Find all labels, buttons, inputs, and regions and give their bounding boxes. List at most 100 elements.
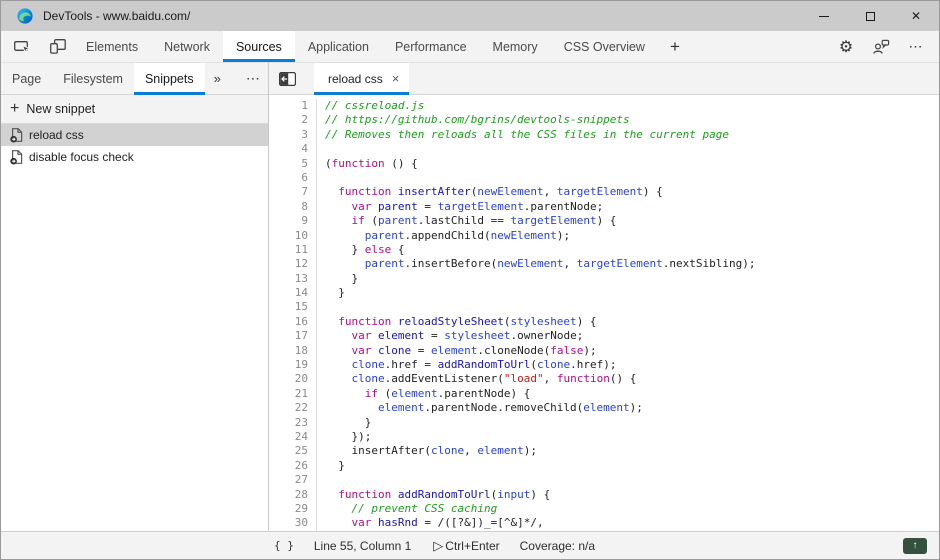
arrow-up-icon: ↑ bbox=[913, 541, 918, 551]
tab-network[interactable]: Network bbox=[151, 31, 223, 62]
code-token: addRandomToUrl bbox=[398, 488, 491, 501]
line-number[interactable]: 1 bbox=[269, 99, 308, 113]
code-line: (function () { bbox=[325, 157, 939, 171]
snippet-item-disable-focus-check[interactable]: disable focus check bbox=[1, 146, 268, 168]
tab-memory[interactable]: Memory bbox=[480, 31, 551, 62]
code-token bbox=[325, 401, 378, 414]
code-token: } bbox=[325, 416, 371, 429]
titlebar: DevTools - www.baidu.com/ ✕ bbox=[1, 1, 939, 31]
line-number[interactable]: 2 bbox=[269, 113, 308, 127]
line-number[interactable]: 28 bbox=[269, 488, 308, 502]
code-token: element bbox=[583, 401, 629, 414]
line-number[interactable]: 6 bbox=[269, 171, 308, 185]
code-line: if (parent.lastChild == targetElement) { bbox=[325, 214, 939, 228]
code-token: .nextSibling); bbox=[663, 257, 756, 270]
minimize-button[interactable] bbox=[801, 1, 847, 31]
code-line: }); bbox=[325, 430, 939, 444]
close-button[interactable]: ✕ bbox=[893, 1, 939, 31]
toggle-navigator-icon[interactable] bbox=[269, 63, 306, 94]
line-number[interactable]: 20 bbox=[269, 372, 308, 386]
tab-elements[interactable]: Elements bbox=[73, 31, 151, 62]
code-token: ); bbox=[630, 401, 643, 414]
code-token: , bbox=[544, 185, 557, 198]
line-number[interactable]: 7 bbox=[269, 185, 308, 199]
line-number[interactable]: 26 bbox=[269, 459, 308, 473]
line-number[interactable]: 5 bbox=[269, 157, 308, 171]
run-snippet-hint[interactable]: ▷ Ctrl+Enter bbox=[433, 538, 499, 554]
line-number[interactable]: 24 bbox=[269, 430, 308, 444]
settings-gear-icon[interactable]: ⚙ bbox=[835, 36, 857, 58]
code-editor[interactable]: 1234567891011121314151617181920212223242… bbox=[269, 95, 939, 531]
snippet-label: disable focus check bbox=[29, 150, 134, 164]
code-token: stylesheet bbox=[444, 329, 510, 342]
line-number[interactable]: 3 bbox=[269, 128, 308, 142]
line-number[interactable]: 23 bbox=[269, 416, 308, 430]
code-token: element bbox=[378, 401, 424, 414]
code-token: ( bbox=[378, 387, 391, 400]
line-number[interactable]: 25 bbox=[269, 444, 308, 458]
code-line: var clone = element.cloneNode(false); bbox=[325, 344, 939, 358]
line-number[interactable]: 15 bbox=[269, 300, 308, 314]
code-line: parent.insertBefore(newElement, targetEl… bbox=[325, 257, 939, 271]
tab-close-icon[interactable]: × bbox=[392, 71, 400, 86]
line-number[interactable]: 12 bbox=[269, 257, 308, 271]
devtools-window: DevTools - www.baidu.com/ ✕ ElementsNetw… bbox=[0, 0, 940, 560]
line-number[interactable]: 21 bbox=[269, 387, 308, 401]
tab-css-overview[interactable]: CSS Overview bbox=[551, 31, 658, 62]
line-number[interactable]: 16 bbox=[269, 315, 308, 329]
new-snippet-button[interactable]: + New snippet bbox=[1, 95, 268, 124]
navigator-tab-page[interactable]: Page bbox=[1, 63, 52, 94]
code-token: clone bbox=[431, 444, 464, 457]
line-number[interactable]: 4 bbox=[269, 142, 308, 156]
tab-performance[interactable]: Performance bbox=[382, 31, 480, 62]
line-number[interactable]: 13 bbox=[269, 272, 308, 286]
code-token: if bbox=[352, 214, 365, 227]
code-token: var bbox=[352, 344, 372, 357]
code-line: // cssreload.js bbox=[325, 99, 939, 113]
navigator-tab-snippets[interactable]: Snippets bbox=[134, 63, 205, 94]
line-number[interactable]: 11 bbox=[269, 243, 308, 257]
line-number[interactable]: 9 bbox=[269, 214, 308, 228]
navigator-tab-filesystem[interactable]: Filesystem bbox=[52, 63, 134, 94]
line-number-gutter: 1234567891011121314151617181920212223242… bbox=[269, 99, 317, 531]
line-number[interactable]: 10 bbox=[269, 229, 308, 243]
toggle-device-toolbar-icon[interactable] bbox=[47, 36, 69, 58]
code-token: false bbox=[550, 344, 583, 357]
code-token: () { bbox=[610, 372, 637, 385]
editor-tab-reload-css[interactable]: reload css × bbox=[314, 63, 409, 94]
code-token bbox=[371, 329, 378, 342]
pretty-print-button[interactable]: { } bbox=[274, 539, 294, 552]
more-tools-button[interactable]: + bbox=[658, 31, 692, 62]
snippet-item-reload-css[interactable]: reload css bbox=[1, 124, 268, 146]
maximize-button[interactable] bbox=[847, 1, 893, 31]
code-line: function insertAfter(newElement, targetE… bbox=[325, 185, 939, 199]
inspect-element-icon[interactable] bbox=[11, 36, 33, 58]
code-token: = bbox=[424, 329, 444, 342]
line-number[interactable]: 17 bbox=[269, 329, 308, 343]
expand-drawer-button[interactable]: ↑ bbox=[903, 538, 927, 554]
line-number[interactable]: 8 bbox=[269, 200, 308, 214]
line-number[interactable]: 22 bbox=[269, 401, 308, 415]
line-number[interactable]: 30 bbox=[269, 516, 308, 530]
line-number[interactable]: 18 bbox=[269, 344, 308, 358]
tab-application[interactable]: Application bbox=[295, 31, 382, 62]
navigator-overflow-menu-icon[interactable]: ⋯ bbox=[236, 63, 271, 94]
more-tabs-chevron-icon[interactable]: » bbox=[205, 63, 230, 94]
tab-sources[interactable]: Sources bbox=[223, 31, 295, 62]
line-number[interactable]: 27 bbox=[269, 473, 308, 487]
code-line: parent.appendChild(newElement); bbox=[325, 229, 939, 243]
statusbar: { } Line 55, Column 1 ▷ Ctrl+Enter Cover… bbox=[1, 531, 939, 559]
line-number[interactable]: 14 bbox=[269, 286, 308, 300]
code-token: .href); bbox=[570, 358, 616, 371]
code-line: var hasRnd = /([?&])_=[^&]*/, bbox=[325, 516, 939, 530]
code-line: clone.addEventListener("load", function(… bbox=[325, 372, 939, 386]
feedback-icon[interactable] bbox=[870, 36, 892, 58]
code-token: = bbox=[411, 344, 431, 357]
editor-pane: reload css × 123456789101112131415161718… bbox=[269, 63, 939, 531]
code-line: function addRandomToUrl(input) { bbox=[325, 488, 939, 502]
window-title: DevTools - www.baidu.com/ bbox=[43, 9, 190, 23]
customize-menu-icon[interactable]: ⋯ bbox=[905, 36, 927, 58]
line-number[interactable]: 19 bbox=[269, 358, 308, 372]
code-token: , bbox=[464, 444, 477, 457]
line-number[interactable]: 29 bbox=[269, 502, 308, 516]
